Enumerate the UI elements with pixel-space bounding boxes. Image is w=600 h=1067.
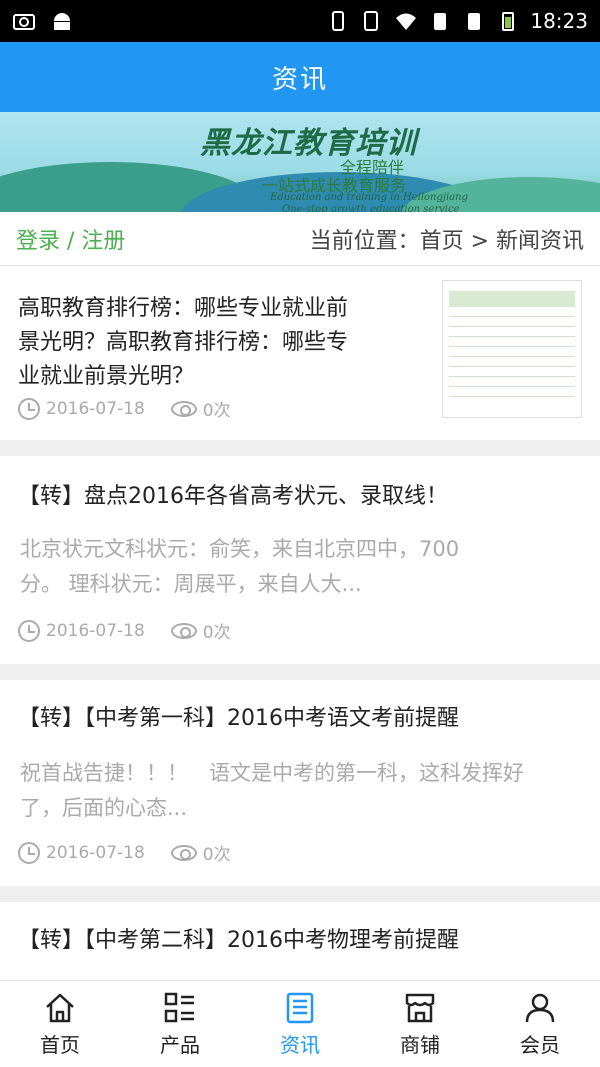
article-views: 0次 xyxy=(202,623,231,643)
article-date: 2016-07-18 xyxy=(46,620,145,641)
bottom-navigation: 首页 产品 资讯 商铺 会员 xyxy=(0,980,600,1067)
nav-member[interactable]: 会员 xyxy=(480,981,600,1067)
article-meta: 2016-07-18 0次 xyxy=(18,840,231,865)
wifi-icon xyxy=(396,13,417,30)
article-title: 【转】【中考第一科】2016中考语文考前提醒 xyxy=(18,706,459,731)
article-meta: 2016-07-18 0次 xyxy=(18,618,231,643)
screenshot-icon xyxy=(13,14,35,30)
banner-english: One-stop growth education service xyxy=(282,204,460,212)
nav-label: 商铺 xyxy=(400,1032,440,1057)
status-time: 18:23 xyxy=(530,9,588,33)
signal-1-icon xyxy=(434,13,447,30)
article-item[interactable]: 【转】【中考第二科】2016中考物理考前提醒 xyxy=(0,902,600,980)
nav-label: 资讯 xyxy=(280,1032,320,1057)
article-item[interactable]: 【转】【中考第一科】2016中考语文考前提醒 祝首战告捷！！！ 语文是中考的第一… xyxy=(0,680,600,886)
article-views: 0次 xyxy=(202,401,231,421)
signal-2-icon xyxy=(468,13,481,30)
app-header: 资讯 xyxy=(0,42,600,112)
vibrate-icon xyxy=(332,11,345,31)
store-icon xyxy=(405,993,435,1022)
article-title: 高职教育排行榜：哪些专业就业前 景光明？高职教育排行榜：哪些专 业就业前景光明？ xyxy=(18,296,349,389)
article-date: 2016-07-18 xyxy=(46,398,145,419)
article-summary: 北京状元文科状元：俞笑，来自北京四中，700 分。 理科状元：周展平，来自人大.… xyxy=(20,537,460,596)
article-views: 0次 xyxy=(202,845,231,865)
nav-store[interactable]: 商铺 xyxy=(360,981,480,1067)
breadcrumb: 当前位置：首页 > 新闻资讯 xyxy=(309,228,584,254)
article-meta: 2016-07-18 0次 xyxy=(18,396,231,421)
banner-english: Education and training in Heilongjiang xyxy=(270,192,468,203)
status-bar: 18:23 xyxy=(0,0,600,42)
nav-home[interactable]: 首页 xyxy=(0,981,120,1067)
clock-icon xyxy=(18,619,40,642)
article-title: 【转】盘点2016年各省高考状元、录取线！ xyxy=(18,484,448,509)
clock-icon xyxy=(18,841,40,864)
article-item[interactable]: 高职教育排行榜：哪些专业就业前 景光明？高职教育排行榜：哪些专 业就业前景光明？… xyxy=(0,266,600,440)
nav-label: 首页 xyxy=(40,1032,80,1057)
android-icon xyxy=(54,13,70,30)
nav-news[interactable]: 资讯 xyxy=(240,981,360,1067)
page-title: 资讯 xyxy=(271,64,328,95)
nav-products[interactable]: 产品 xyxy=(120,981,240,1067)
banner-image[interactable]: 黑龙江教育培训 全程陪伴 一站式成长教育服务 Education and tra… xyxy=(0,112,600,212)
article-date: 2016-07-18 xyxy=(46,842,145,863)
eye-icon xyxy=(170,400,197,417)
article-title: 【转】【中考第二科】2016中考物理考前提醒 xyxy=(18,928,459,953)
login-register-link[interactable]: 登录 / 注册 xyxy=(16,223,125,255)
document-icon xyxy=(286,992,314,1023)
home-icon xyxy=(46,993,74,1022)
article-item[interactable]: 【转】盘点2016年各省高考状元、录取线！ 北京状元文科状元：俞笑，来自北京四中… xyxy=(0,456,600,664)
no-sim-icon xyxy=(364,11,379,31)
breadcrumb-bar: 登录 / 注册 当前位置：首页 > 新闻资讯 xyxy=(0,212,600,266)
article-summary: 祝首战告捷！！！ 语文是中考的第一科，这科发挥好 了，后面的心态... xyxy=(20,761,524,820)
eye-icon xyxy=(170,844,197,861)
nav-label: 会员 xyxy=(520,1032,560,1057)
clock-icon xyxy=(18,397,40,420)
eye-icon xyxy=(170,622,197,639)
user-icon xyxy=(525,993,555,1022)
nav-label: 产品 xyxy=(160,1032,200,1057)
grid-list-icon xyxy=(164,992,194,1022)
battery-icon xyxy=(502,12,515,31)
article-thumbnail xyxy=(442,280,582,418)
